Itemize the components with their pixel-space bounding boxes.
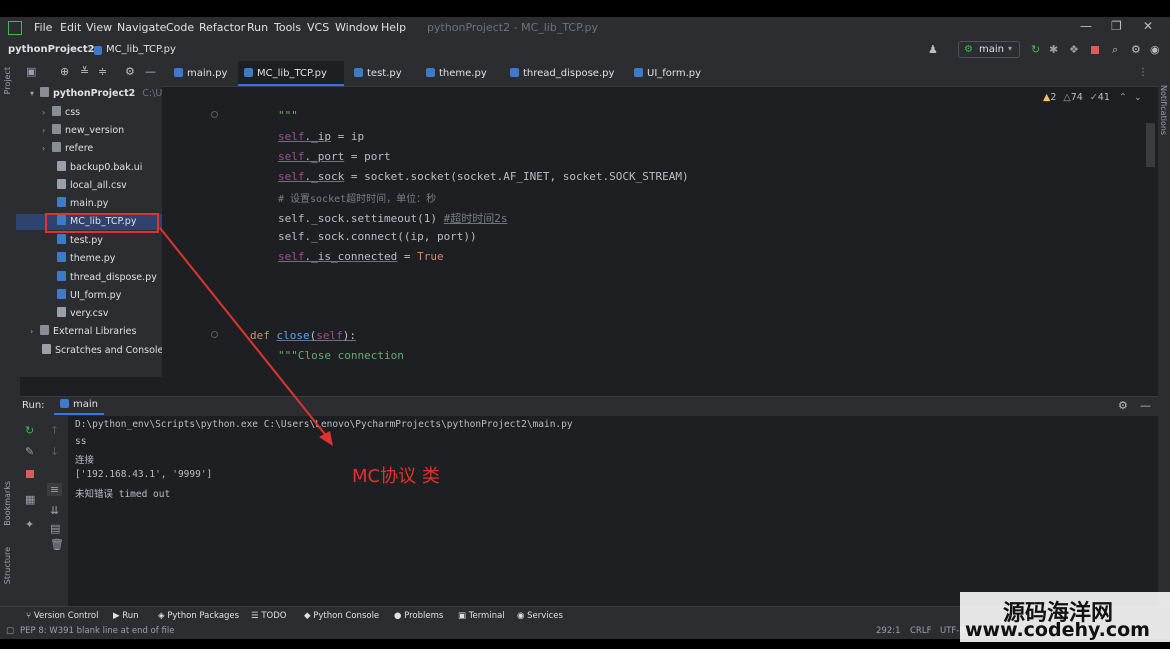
watermark-url: www.codehy.com	[965, 619, 1150, 641]
annotation-label: MC协议 类	[352, 466, 440, 487]
annotation-arrow	[159, 227, 333, 446]
arrow-head	[319, 431, 333, 446]
arrow-line	[159, 227, 329, 439]
